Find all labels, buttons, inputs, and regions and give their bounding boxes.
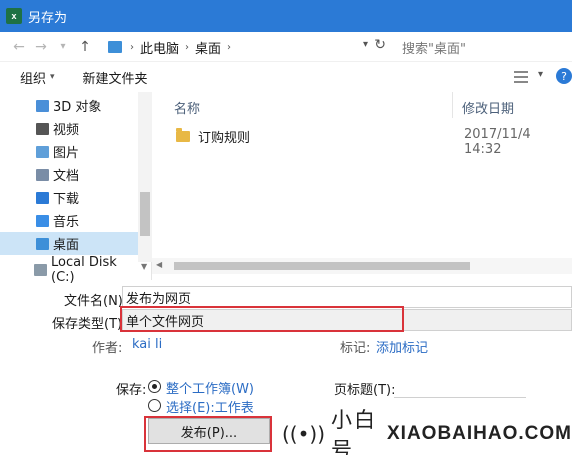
breadcrumb-this-pc[interactable]: 此电脑 bbox=[140, 38, 179, 57]
column-header-name[interactable]: 名称 bbox=[174, 98, 200, 117]
hard-drive-icon bbox=[34, 263, 48, 276]
page-title-input[interactable] bbox=[394, 376, 526, 398]
address-bar[interactable]: › 此电脑 › 桌面 › ▾ ↻ bbox=[108, 36, 390, 58]
sidebar-scrollbar-thumb[interactable] bbox=[140, 192, 150, 236]
brand-name-cn: 小白号 bbox=[331, 407, 378, 455]
tags-label: 标记: bbox=[340, 341, 371, 356]
refresh-icon[interactable]: ↻ bbox=[374, 37, 386, 53]
highlight-box-save-type bbox=[120, 306, 404, 332]
column-header-modified[interactable]: 修改日期 bbox=[462, 98, 514, 117]
3d-objects-icon bbox=[36, 99, 49, 112]
horizontal-scrollbar-thumb[interactable] bbox=[174, 262, 470, 270]
new-folder-button[interactable]: 新建文件夹 bbox=[83, 68, 148, 87]
organize-chevron-icon[interactable]: ▾ bbox=[50, 72, 55, 82]
save-scope-label: 保存: bbox=[116, 383, 147, 398]
download-icon bbox=[36, 191, 49, 204]
sidebar-item-label: 桌面 bbox=[53, 238, 80, 253]
page-title-label: 页标题(T): bbox=[334, 383, 396, 398]
radio-entire-workbook[interactable] bbox=[148, 380, 161, 393]
author-value[interactable]: kai li bbox=[132, 337, 162, 352]
up-arrow-icon[interactable]: ↑ bbox=[74, 36, 96, 58]
horizontal-scrollbar[interactable]: ◀ bbox=[152, 258, 572, 274]
sidebar-item-label: Local Disk (C:) bbox=[51, 254, 117, 285]
author-label: 作者: bbox=[92, 341, 123, 356]
highlight-box-publish bbox=[144, 416, 272, 452]
tags-value[interactable]: 添加标记 bbox=[376, 337, 428, 356]
navigation-pane: 3D 对象 视频 图片 文档 下载 音乐 桌面 Local Disk (C:) … bbox=[0, 92, 152, 285]
breadcrumb-desktop[interactable]: 桌面 bbox=[195, 38, 221, 57]
sidebar-item-pictures[interactable]: 图片 bbox=[0, 140, 138, 163]
navigation-bar: ← → ▾ ↑ › 此电脑 › 桌面 › ▾ ↻ 搜索"桌面" bbox=[0, 32, 572, 62]
video-icon bbox=[36, 122, 49, 135]
brand-name-en: XIAOBAIHAO.COM bbox=[387, 422, 572, 444]
window-title: 另存为 bbox=[28, 10, 68, 26]
help-icon[interactable]: ? bbox=[556, 68, 572, 84]
scroll-left-arrow-icon[interactable]: ◀ bbox=[156, 260, 162, 269]
sidebar-item-label: 图片 bbox=[53, 146, 80, 161]
filename-label: 文件名(N): bbox=[64, 294, 128, 309]
watermark-brand: ((•)) 小白号 XIAOBAIHAO.COM bbox=[280, 408, 572, 455]
file-name: 订购规则 bbox=[198, 131, 251, 146]
option-selection-label[interactable]: 选择(E):工作表 bbox=[166, 397, 254, 416]
breadcrumb-separator-icon: › bbox=[130, 41, 134, 53]
save-type-label: 保存类型(T): bbox=[52, 317, 127, 332]
folder-icon bbox=[176, 128, 190, 142]
file-modified-date: 2017/11/4 14:32 bbox=[464, 127, 531, 157]
location-icon bbox=[108, 41, 122, 53]
sidebar-item-label: 3D 对象 bbox=[53, 100, 102, 115]
address-history-chevron-icon[interactable]: ▾ bbox=[363, 39, 368, 50]
sidebar-item-downloads[interactable]: 下载 bbox=[0, 186, 138, 209]
search-input[interactable]: 搜索"桌面" bbox=[394, 36, 572, 58]
title-bar: x 另存为 bbox=[0, 0, 572, 32]
file-list-header: 名称 修改日期 bbox=[152, 92, 572, 118]
option-entire-workbook-label[interactable]: 整个工作簿(W) bbox=[166, 378, 254, 397]
back-arrow-icon[interactable]: ← bbox=[8, 36, 30, 58]
music-icon bbox=[36, 214, 49, 227]
pictures-icon bbox=[36, 145, 49, 158]
file-row[interactable]: 订购规则 2017/11/4 14:32 bbox=[152, 124, 572, 157]
sidebar-item-label: 下载 bbox=[53, 192, 80, 207]
documents-icon bbox=[36, 168, 49, 181]
view-options-chevron-icon[interactable]: ▾ bbox=[538, 69, 543, 80]
forward-arrow-icon[interactable]: → bbox=[30, 36, 52, 58]
breadcrumb-separator-icon: › bbox=[227, 41, 232, 53]
column-divider[interactable] bbox=[452, 92, 453, 118]
sidebar-item-3d-objects[interactable]: 3D 对象 bbox=[0, 94, 138, 117]
sidebar-scrollbar[interactable] bbox=[138, 92, 152, 262]
sidebar-item-videos[interactable]: 视频 bbox=[0, 117, 138, 140]
excel-icon: x bbox=[6, 8, 22, 24]
radio-selection[interactable] bbox=[148, 399, 161, 412]
sidebar-item-label: 文档 bbox=[53, 169, 80, 184]
command-bar: 组织 ▾ 新建文件夹 ▾ ? bbox=[0, 62, 572, 92]
filename-input[interactable]: 发布为网页 bbox=[122, 286, 572, 308]
scroll-down-arrow-icon[interactable]: ▼ bbox=[141, 262, 147, 271]
sidebar-item-music[interactable]: 音乐 bbox=[0, 209, 138, 232]
signal-icon: ((•)) bbox=[282, 421, 326, 446]
view-options-icon[interactable] bbox=[514, 71, 528, 83]
sidebar-item-documents[interactable]: 文档 bbox=[0, 163, 138, 186]
sidebar-item-desktop[interactable]: 桌面 bbox=[0, 232, 138, 255]
sidebar-item-label: 音乐 bbox=[53, 215, 80, 230]
sidebar-item-local-disk[interactable]: Local Disk (C:) bbox=[0, 255, 138, 285]
recent-locations-chevron-icon[interactable]: ▾ bbox=[52, 36, 74, 58]
sidebar-item-label: 视频 bbox=[53, 123, 80, 138]
breadcrumb-separator-icon: › bbox=[185, 41, 190, 53]
desktop-icon bbox=[36, 237, 49, 250]
organize-button[interactable]: 组织 bbox=[20, 68, 46, 87]
